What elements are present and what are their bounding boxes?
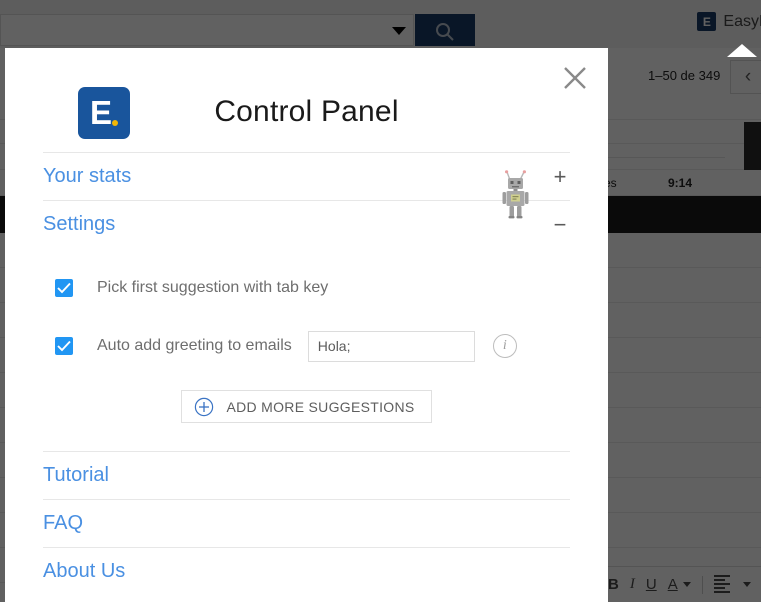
greeting-input[interactable] <box>307 330 475 362</box>
link-about-us[interactable]: About Us <box>43 547 570 595</box>
info-icon[interactable]: i <box>492 334 517 358</box>
section-your-stats-label: Your stats <box>43 165 132 187</box>
link-tutorial-label: Tutorial <box>43 464 109 486</box>
setting-tab-key-row: Pick first suggestion with tab key <box>55 270 570 306</box>
link-tutorial[interactable]: Tutorial <box>43 451 570 499</box>
section-settings[interactable]: Settings − <box>43 200 570 248</box>
setting-greeting-row: Auto add greeting to emails i <box>55 328 570 364</box>
add-more-suggestions-button[interactable]: ADD MORE SUGGESTIONS <box>181 390 432 423</box>
minus-icon[interactable]: − <box>550 213 570 236</box>
checkbox-pick-first-suggestion[interactable] <box>55 279 73 297</box>
link-faq[interactable]: FAQ <box>43 499 570 547</box>
link-faq-label: FAQ <box>43 512 84 534</box>
add-more-suggestions-label: ADD MORE SUGGESTIONS <box>226 398 415 415</box>
settings-panel: Pick first suggestion with tab key Auto … <box>43 248 570 451</box>
plus-icon[interactable]: + <box>550 165 570 188</box>
dialog-body: Your stats + Settings − Pick first sugge… <box>43 152 570 595</box>
robot-icon <box>502 170 529 219</box>
plus-circle-icon <box>195 397 214 416</box>
dialog-header: E Control Panel <box>5 78 608 219</box>
screen: E EasyEm 1–50 de 349 ‹ es 9:14 <box>0 0 761 602</box>
section-settings-label: Settings <box>43 213 116 235</box>
setting-tab-key-label: Pick first suggestion with tab key <box>97 279 329 296</box>
setting-greeting-label: Auto add greeting to emails <box>97 337 292 354</box>
check-icon <box>57 340 71 352</box>
checkbox-auto-add-greeting[interactable] <box>55 337 73 355</box>
link-about-us-label: About Us <box>43 560 126 582</box>
add-more-wrap: ADD MORE SUGGESTIONS <box>43 390 570 423</box>
page-title: Control Panel <box>214 95 399 128</box>
section-your-stats[interactable]: Your stats + <box>43 152 570 200</box>
control-panel-dialog: E Control Panel Your stats + Settings − … <box>5 48 608 602</box>
check-icon <box>57 282 71 294</box>
popup-pointer <box>727 44 757 57</box>
